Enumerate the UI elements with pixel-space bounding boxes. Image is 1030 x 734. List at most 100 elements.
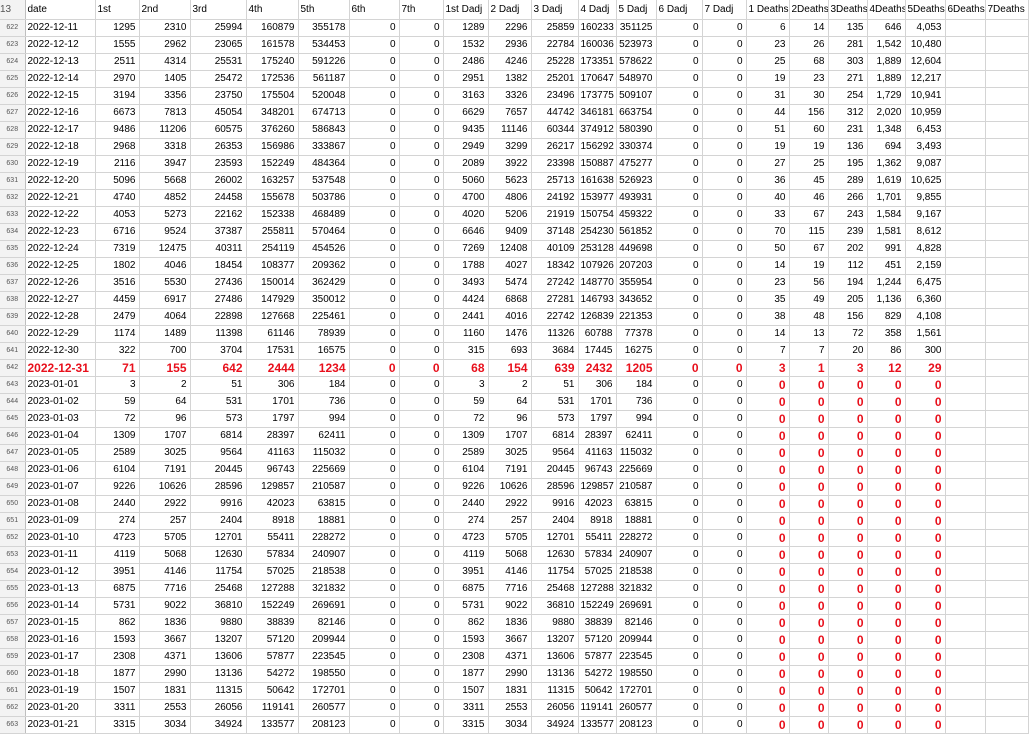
cell-7-dadj[interactable]: 0 xyxy=(702,648,747,666)
cell-2nd[interactable]: 6917 xyxy=(139,291,191,309)
cell-3-dadj[interactable]: 37148 xyxy=(531,223,579,241)
cell-1st[interactable]: 3194 xyxy=(95,87,140,105)
cell-2-deaths[interactable]: 49 xyxy=(789,291,829,309)
cell-7-deaths[interactable] xyxy=(985,546,1029,564)
cell-2-deaths[interactable]: 0 xyxy=(789,716,829,734)
cell-2-dadj[interactable]: 3667 xyxy=(488,631,532,649)
cell-2-dadj[interactable]: 2990 xyxy=(488,665,532,683)
cell-7th[interactable]: 0 xyxy=(399,121,444,139)
cell-4th[interactable]: 152249 xyxy=(246,155,299,173)
cell-6th[interactable]: 0 xyxy=(349,563,400,581)
cell-5th[interactable]: 225669 xyxy=(298,461,350,479)
cell-5-dadj[interactable]: 459322 xyxy=(616,206,657,224)
cell-6th[interactable]: 0 xyxy=(349,444,400,462)
cell-1-deaths[interactable]: 40 xyxy=(746,189,790,207)
cell-6th[interactable]: 0 xyxy=(349,682,400,700)
cell-6th[interactable]: 0 xyxy=(349,240,400,258)
cell-3rd[interactable]: 9880 xyxy=(190,614,247,632)
cell-4-dadj[interactable]: 55411 xyxy=(578,529,617,547)
cell-5-deaths[interactable]: 6,475 xyxy=(905,274,946,292)
cell-4th[interactable]: 55411 xyxy=(246,529,299,547)
cell-4-deaths[interactable]: 2,020 xyxy=(867,104,906,122)
cell-1st[interactable]: 6104 xyxy=(95,461,140,479)
cell-3rd[interactable]: 573 xyxy=(190,410,247,428)
row-number[interactable]: 650 xyxy=(0,495,26,513)
cell-7-dadj[interactable]: 0 xyxy=(702,274,747,292)
cell-2nd[interactable]: 1836 xyxy=(139,614,191,632)
cell-5-dadj[interactable]: 355954 xyxy=(616,274,657,292)
cell-4-dadj[interactable]: 57120 xyxy=(578,631,617,649)
cell-7-deaths[interactable] xyxy=(985,580,1029,598)
cell-7-deaths[interactable] xyxy=(985,206,1029,224)
cell-6th[interactable]: 0 xyxy=(349,172,400,190)
cell-3-deaths[interactable]: 0 xyxy=(828,563,868,581)
cell-6-deaths[interactable] xyxy=(945,495,986,513)
cell-7-deaths[interactable] xyxy=(985,240,1029,258)
cell-7-deaths[interactable] xyxy=(985,257,1029,275)
cell-6-dadj[interactable]: 0 xyxy=(656,682,703,700)
cell-2-dadj[interactable]: 693 xyxy=(488,342,532,360)
cell-6-deaths[interactable] xyxy=(945,172,986,190)
cell-6-deaths[interactable] xyxy=(945,308,986,326)
cell-1st[interactable]: 322 xyxy=(95,342,140,360)
cell-7-deaths[interactable] xyxy=(985,121,1029,139)
cell-4th[interactable]: 175240 xyxy=(246,53,299,71)
cell-7-deaths[interactable] xyxy=(985,495,1029,513)
cell-4-dadj[interactable]: 28397 xyxy=(578,427,617,445)
cell-6th[interactable]: 0 xyxy=(349,410,400,428)
cell-5th[interactable]: 82146 xyxy=(298,614,350,632)
row-number[interactable]: 646 xyxy=(0,427,26,445)
cell-3-dadj[interactable]: 22784 xyxy=(531,36,579,54)
cell-4-deaths[interactable]: 0 xyxy=(867,529,906,547)
cell-4-dadj[interactable]: 1701 xyxy=(578,393,617,411)
cell-2nd[interactable]: 2990 xyxy=(139,665,191,683)
cell-4th[interactable]: 2444 xyxy=(246,359,299,377)
cell-1st[interactable]: 7319 xyxy=(95,240,140,258)
cell-3-deaths[interactable]: 303 xyxy=(828,53,868,71)
cell-5th[interactable]: 484364 xyxy=(298,155,350,173)
cell-1st-dadj[interactable]: 4424 xyxy=(443,291,489,309)
cell-1-deaths[interactable]: 14 xyxy=(746,257,790,275)
cell-2-deaths[interactable]: 0 xyxy=(789,478,829,496)
cell-6-dadj[interactable]: 0 xyxy=(656,699,703,717)
cell-5th[interactable]: 362429 xyxy=(298,274,350,292)
cell-5th[interactable]: 172701 xyxy=(298,682,350,700)
cell-6th[interactable]: 0 xyxy=(349,597,400,615)
cell-2-dadj[interactable]: 3034 xyxy=(488,716,532,734)
cell-3rd[interactable]: 642 xyxy=(190,359,247,377)
cell-3rd[interactable]: 26056 xyxy=(190,699,247,717)
cell-3-dadj[interactable]: 20445 xyxy=(531,461,579,479)
cell-7-deaths[interactable] xyxy=(985,427,1029,445)
cell-7th[interactable]: 0 xyxy=(399,359,444,377)
cell-1st-dadj[interactable]: 1788 xyxy=(443,257,489,275)
cell-2nd[interactable]: 2553 xyxy=(139,699,191,717)
cell-6-dadj[interactable]: 0 xyxy=(656,512,703,530)
cell-6-deaths[interactable] xyxy=(945,325,986,343)
cell-7-dadj[interactable]: 0 xyxy=(702,376,747,394)
cell-4th[interactable]: 57877 xyxy=(246,648,299,666)
cell-2-dadj[interactable]: 5705 xyxy=(488,529,532,547)
cell-3-dadj[interactable]: 26056 xyxy=(531,699,579,717)
cell-3-deaths[interactable]: 0 xyxy=(828,444,868,462)
cell-6-dadj[interactable]: 0 xyxy=(656,580,703,598)
cell-4th[interactable]: 57120 xyxy=(246,631,299,649)
column-header-2nd[interactable]: 2nd xyxy=(139,0,191,20)
cell-6-deaths[interactable] xyxy=(945,359,986,377)
cell-6th[interactable]: 0 xyxy=(349,699,400,717)
cell-5-dadj[interactable]: 207203 xyxy=(616,257,657,275)
cell-6th[interactable]: 0 xyxy=(349,19,400,37)
cell-1st-dadj[interactable]: 3163 xyxy=(443,87,489,105)
cell-7th[interactable]: 0 xyxy=(399,342,444,360)
cell-5-deaths[interactable]: 10,480 xyxy=(905,36,946,54)
row-number[interactable]: 628 xyxy=(0,121,26,139)
cell-2-dadj[interactable]: 3326 xyxy=(488,87,532,105)
cell-date[interactable]: 2022-12-11 xyxy=(25,19,96,37)
cell-7-deaths[interactable] xyxy=(985,376,1029,394)
cell-6-dadj[interactable]: 0 xyxy=(656,444,703,462)
cell-2-deaths[interactable]: 115 xyxy=(789,223,829,241)
cell-7-dadj[interactable]: 0 xyxy=(702,308,747,326)
cell-1-deaths[interactable]: 0 xyxy=(746,563,790,581)
cell-3-dadj[interactable]: 40109 xyxy=(531,240,579,258)
cell-5-deaths[interactable]: 1,561 xyxy=(905,325,946,343)
cell-date[interactable]: 2022-12-27 xyxy=(25,291,96,309)
